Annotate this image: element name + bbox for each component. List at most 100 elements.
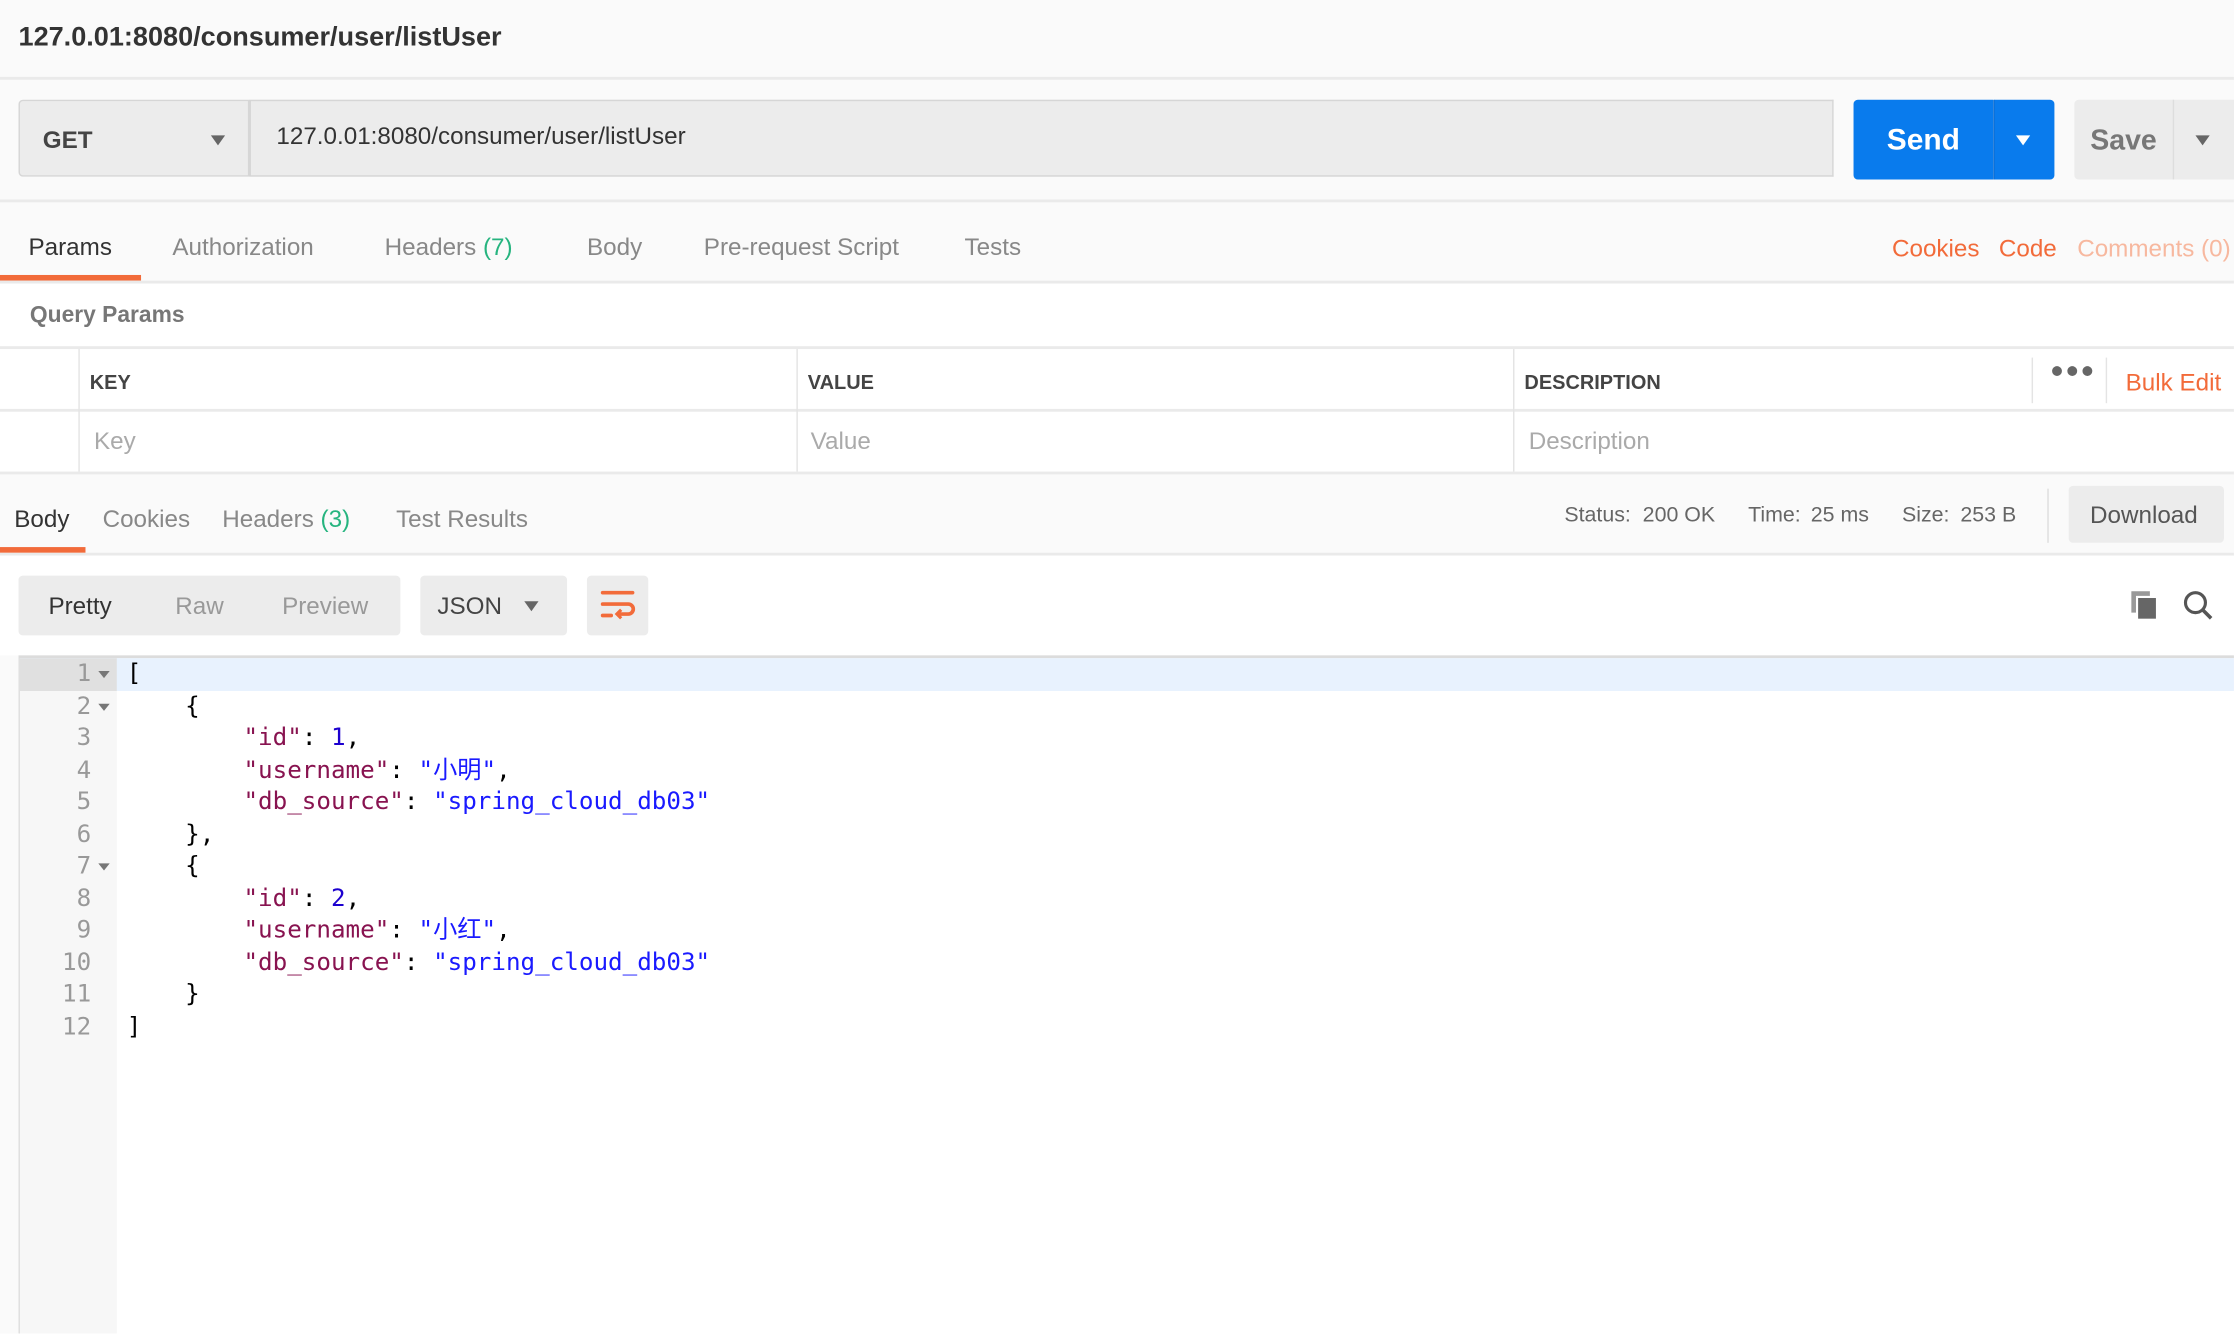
save-options-button[interactable] [2172,99,2234,180]
json-string: "小明" [418,755,497,785]
line-number: 9 [76,916,92,945]
response-body-editor[interactable]: 1 [2 {3 "id": 1, 4 "username": "小明", 5 "db_… [18,655,2234,1334]
cookies-link[interactable]: Cookies [1892,235,1980,263]
mode-preview[interactable]: Preview [282,593,368,621]
column-divider [2031,357,2034,404]
json-key: "id" [243,884,302,913]
tab-headers[interactable]: Headers (7) [385,234,513,262]
code-line: "username": "小红", [127,915,510,947]
bulk-edit-link[interactable]: Bulk Edit [2126,369,2222,397]
json-key: "username" [243,755,390,785]
mode-pretty[interactable]: Pretty [48,593,111,621]
ellipsis-icon[interactable]: ●●● [2050,359,2096,385]
tab-authorization[interactable]: Authorization [172,234,313,262]
json-punctuation: : [389,755,419,785]
json-punctuation [127,724,244,752]
query-params-panel: Query Params KEY VALUE DESCRIPTION ●●● B… [0,283,2234,472]
code-line: } [127,979,200,1011]
json-string: "spring_cloud_db03" [433,787,711,817]
code-line: [ [127,658,142,690]
postman-window: 127.0.01:8080/consumer/user/listUser GET… [0,0,2234,1334]
save-button[interactable]: Save [2074,99,2173,180]
json-key: "db_source" [243,787,404,817]
json-punctuation: } [126,980,200,1009]
tab-body[interactable]: Body [587,234,642,262]
divider [0,471,2234,475]
line-number: 11 [61,980,92,1009]
tab-label: Headers [384,233,477,261]
json-punctuation: : [301,723,331,753]
tab-params[interactable]: Params [28,234,111,262]
response-tab-cookies[interactable]: Cookies [103,506,191,534]
url-field[interactable] [249,99,1834,177]
code-line: { [127,690,200,722]
code-line: "db_source": "spring_cloud_db03" [127,947,710,979]
json-punctuation: , [496,755,511,785]
copy-icon[interactable] [2130,590,2161,621]
headers-count: (3) [320,505,351,533]
fold-arrow-icon[interactable] [98,671,110,679]
chevron-down-icon [524,601,539,612]
description-input[interactable]: Description [1529,427,1650,455]
comments-link[interactable]: Comments (0) [2077,235,2230,263]
active-line-highlight [19,658,2234,691]
time-value: 25 ms [1810,502,1870,528]
json-punctuation: : [389,916,419,945]
headers-count: (7) [482,233,513,261]
json-punctuation [127,788,244,816]
code-line: "db_source": "spring_cloud_db03" [127,786,710,818]
response-tab-test-results[interactable]: Test Results [396,506,528,534]
line-number: 7 [76,851,92,881]
format-select[interactable]: JSON [420,575,568,636]
wrap-lines-button[interactable] [586,575,649,636]
download-label: Download [2090,501,2198,529]
value-input[interactable]: Value [811,427,871,455]
json-string: "小红" [418,916,497,945]
line-number: 8 [76,884,92,913]
method-select[interactable]: GET [18,99,250,177]
json-punctuation [127,756,244,784]
json-punctuation [127,948,244,976]
mode-raw[interactable]: Raw [175,593,223,621]
download-button[interactable]: Download [2068,485,2224,543]
chevron-down-icon [2015,135,2031,146]
json-punctuation [127,884,244,912]
search-icon[interactable] [2183,590,2214,621]
fold-arrow-icon[interactable] [98,863,110,871]
json-key: "id" [243,723,302,753]
code-line: ] [127,1011,142,1043]
response-tab-body[interactable]: Body [14,506,69,534]
code-line: }, [126,818,215,850]
tab-tests[interactable]: Tests [965,234,1022,262]
json-punctuation: , [345,884,361,913]
size-value: 253 B [1960,502,2017,528]
status-value: 200 OK [1642,502,1716,528]
query-params-title: Query Params [29,303,185,328]
column-header-description: DESCRIPTION [1524,370,1661,394]
send-button[interactable]: Send [1853,99,1994,180]
json-punctuation: { [126,691,200,721]
request-title: 127.0.01:8080/consumer/user/listUser [18,22,502,53]
url-input[interactable] [273,121,1704,153]
tab-label: Headers [222,505,314,533]
json-punctuation: }, [126,819,215,849]
line-number: 12 [61,1012,92,1041]
format-value: JSON [437,592,502,620]
divider [0,199,2234,203]
json-number: 2 [330,884,346,913]
tab-pre-request-script[interactable]: Pre-request Script [704,234,899,262]
column-header-value: VALUE [807,370,874,394]
column-divider [796,349,798,472]
json-punctuation: : [403,948,434,977]
code-line: "id": 1, [127,722,360,754]
fold-arrow-icon[interactable] [98,703,110,711]
response-tab-headers[interactable]: Headers (3) [222,506,350,534]
code-link[interactable]: Code [1999,235,2057,263]
send-options-button[interactable] [1993,99,2055,180]
column-header-key: KEY [89,370,131,394]
key-input[interactable]: Key [94,427,136,455]
code-line: { [127,851,200,883]
divider [0,408,2234,412]
json-punctuation [127,916,244,944]
column-divider [1513,349,1515,472]
